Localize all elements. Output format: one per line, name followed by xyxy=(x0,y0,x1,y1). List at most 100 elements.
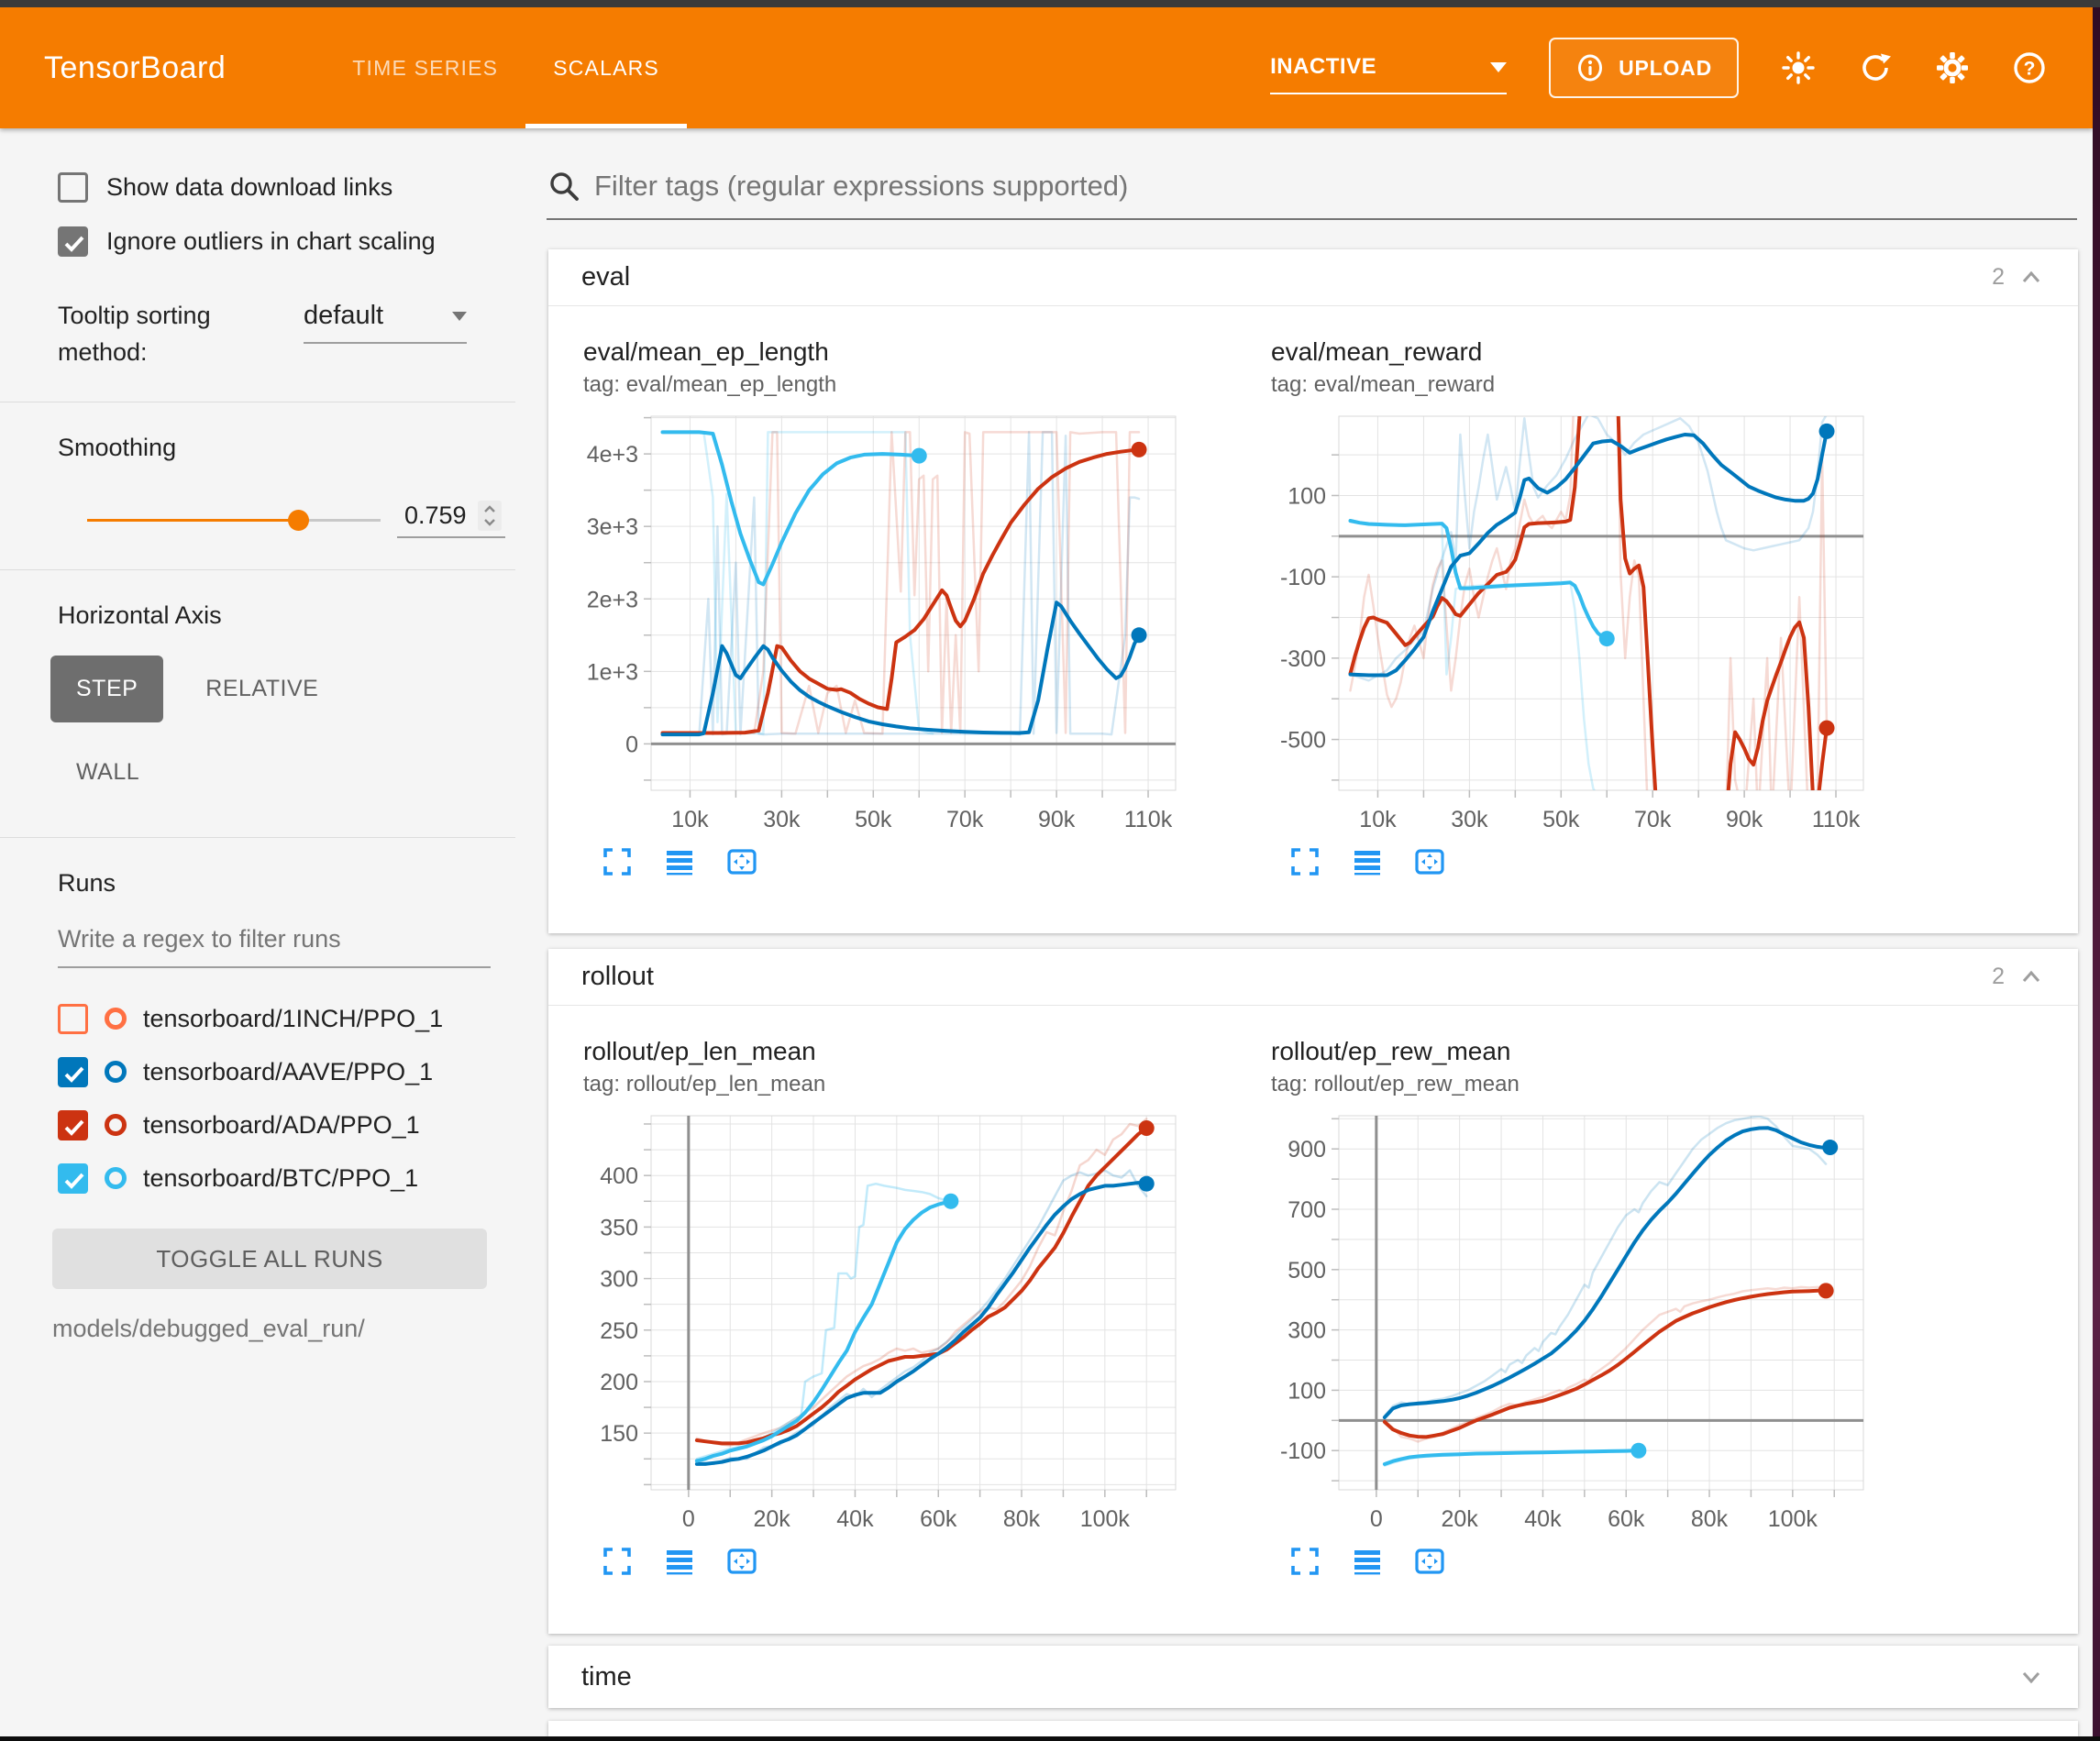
slider-thumb[interactable] xyxy=(288,510,309,531)
svg-text:400: 400 xyxy=(600,1163,638,1189)
brightness-icon[interactable] xyxy=(1781,50,1816,85)
svg-text:-100: -100 xyxy=(1280,1438,1326,1464)
show-download-links-checkbox[interactable] xyxy=(58,172,88,203)
fit-domain-icon[interactable] xyxy=(1414,846,1445,877)
run-row: tensorboard/1INCH/PPO_1 xyxy=(58,992,515,1045)
section-header[interactable]: rollout 2 xyxy=(548,949,2078,1006)
svg-text:40k: 40k xyxy=(836,1506,874,1532)
run-color-swatch xyxy=(105,1167,127,1189)
scalar-chart-card: eval/mean_reward tag: eval/mean_reward 1… xyxy=(1271,337,1913,877)
svg-text:80k: 80k xyxy=(1003,1506,1041,1532)
svg-text:50k: 50k xyxy=(1542,807,1580,832)
svg-text:10k: 10k xyxy=(671,807,709,832)
line-chart[interactable]: 10k30k50k70k90k110k01e+32e+33e+34e+3 xyxy=(583,407,1225,843)
run-color-swatch xyxy=(105,1061,127,1083)
expand-chart-icon[interactable] xyxy=(1289,1546,1321,1577)
chart-toolbar xyxy=(1289,1546,1913,1577)
axis-wall-button[interactable]: WALL xyxy=(50,739,165,806)
chart-title: rollout/ep_rew_mean xyxy=(1271,1037,1913,1066)
run-checkbox[interactable] xyxy=(58,1163,88,1194)
svg-text:150: 150 xyxy=(600,1421,638,1447)
run-row: tensorboard/ADA/PPO_1 xyxy=(58,1098,515,1151)
help-icon[interactable]: ? xyxy=(2012,50,2047,85)
divider xyxy=(0,837,515,838)
toggle-all-runs-button[interactable]: TOGGLE ALL RUNS xyxy=(52,1229,487,1289)
axis-step-button[interactable]: STEP xyxy=(50,656,163,722)
expand-chart-icon[interactable] xyxy=(1289,846,1321,877)
run-color-swatch xyxy=(105,1008,127,1030)
run-checkbox[interactable] xyxy=(58,1110,88,1140)
section-header[interactable]: eval 2 xyxy=(548,249,2078,306)
svg-text:70k: 70k xyxy=(1634,807,1672,832)
run-row: tensorboard/AAVE/PPO_1 xyxy=(58,1045,515,1098)
collapse-toggle[interactable]: 2 xyxy=(1992,964,2045,991)
svg-text:110k: 110k xyxy=(1812,807,1861,832)
svg-text:3e+3: 3e+3 xyxy=(587,514,638,540)
svg-text:50k: 50k xyxy=(855,807,892,832)
run-checkbox[interactable] xyxy=(58,1057,88,1087)
line-chart[interactable]: 020k40k60k80k100k150200250300350400 xyxy=(583,1107,1225,1542)
runs-selector-icon[interactable] xyxy=(664,1546,695,1577)
run-row: tensorboard/BTC/PPO_1 xyxy=(58,1151,515,1205)
section-header[interactable]: time xyxy=(548,1646,2078,1708)
run-checkbox[interactable] xyxy=(58,1004,88,1034)
svg-text:30k: 30k xyxy=(763,807,801,832)
expand-chart-icon[interactable] xyxy=(602,846,633,877)
svg-text:300: 300 xyxy=(1288,1318,1326,1344)
chart-tag: tag: rollout/ep_len_mean xyxy=(583,1072,1225,1097)
window-bottom-frame xyxy=(0,1736,2100,1741)
fit-domain-icon[interactable] xyxy=(726,1546,757,1577)
window-top-frame xyxy=(0,0,2100,7)
chart-toolbar xyxy=(602,1546,1225,1577)
svg-text:70k: 70k xyxy=(946,807,984,832)
collapse-toggle[interactable]: 2 xyxy=(1992,264,2045,292)
tag-filter-input[interactable]: Filter tags (regular expressions support… xyxy=(547,169,2077,220)
chart-title: rollout/ep_len_mean xyxy=(583,1037,1225,1066)
ignore-outliers-checkbox[interactable] xyxy=(58,226,88,257)
run-color-swatch xyxy=(105,1114,127,1136)
svg-text:30k: 30k xyxy=(1451,807,1488,832)
upload-button[interactable]: UPLOAD xyxy=(1549,38,1739,98)
line-chart[interactable]: 10k30k50k70k90k110k100-100-300-500 xyxy=(1271,407,1913,843)
chevron-down-icon xyxy=(1490,62,1507,72)
status-dropdown[interactable]: INACTIVE xyxy=(1270,54,1507,94)
refresh-icon[interactable] xyxy=(1858,50,1893,85)
runs-list: tensorboard/1INCH/PPO_1 tensorboard/AAVE… xyxy=(58,992,515,1205)
runs-selector-icon[interactable] xyxy=(1352,1546,1383,1577)
divider xyxy=(0,569,515,570)
tab-time-series[interactable]: TIME SERIES xyxy=(325,7,525,128)
value-stepper[interactable] xyxy=(478,501,502,531)
upload-label: UPLOAD xyxy=(1619,56,1712,81)
tab-scalars[interactable]: SCALARS xyxy=(525,7,687,128)
smoothing-slider[interactable] xyxy=(87,503,381,536)
svg-text:1e+3: 1e+3 xyxy=(587,659,638,685)
svg-text:80k: 80k xyxy=(1691,1506,1729,1532)
collapse-toggle[interactable] xyxy=(2005,1663,2045,1691)
expand-chart-icon[interactable] xyxy=(602,1546,633,1577)
fit-domain-icon[interactable] xyxy=(726,846,757,877)
svg-text:-100: -100 xyxy=(1280,565,1326,590)
tooltip-sorting-select[interactable]: default xyxy=(304,301,467,344)
tooltip-sorting-label: Tooltip sorting method: xyxy=(58,297,304,370)
smoothing-value-input[interactable]: 0.759 xyxy=(397,501,505,538)
settings-gear-icon[interactable] xyxy=(1935,50,1970,85)
axis-relative-button[interactable]: RELATIVE xyxy=(180,656,344,722)
runs-filter-input[interactable]: Write a regex to filter runs xyxy=(58,925,491,968)
chevron-down-icon xyxy=(2017,1663,2045,1691)
info-icon xyxy=(1575,53,1605,83)
chart-tag: tag: rollout/ep_rew_mean xyxy=(1271,1072,1913,1097)
section-card-partial xyxy=(548,1721,2078,1736)
svg-text:20k: 20k xyxy=(1441,1506,1478,1532)
scalar-chart-card: rollout/ep_rew_mean tag: rollout/ep_rew_… xyxy=(1271,1037,1913,1577)
runs-selector-icon[interactable] xyxy=(1352,846,1383,877)
section-card-eval: eval 2 eval/mean_ep_length tag: eval/mea… xyxy=(548,249,2078,933)
search-icon xyxy=(547,169,581,204)
runs-selector-icon[interactable] xyxy=(664,846,695,877)
chart-tag: tag: eval/mean_ep_length xyxy=(583,372,1225,398)
status-label: INACTIVE xyxy=(1270,54,1376,80)
scalar-chart-card: eval/mean_ep_length tag: eval/mean_ep_le… xyxy=(583,337,1225,877)
svg-text:90k: 90k xyxy=(1038,807,1076,832)
line-chart[interactable]: 020k40k60k80k100k-100100300500700900 xyxy=(1271,1107,1913,1542)
desktop-edge xyxy=(2093,7,2100,1736)
fit-domain-icon[interactable] xyxy=(1414,1546,1445,1577)
